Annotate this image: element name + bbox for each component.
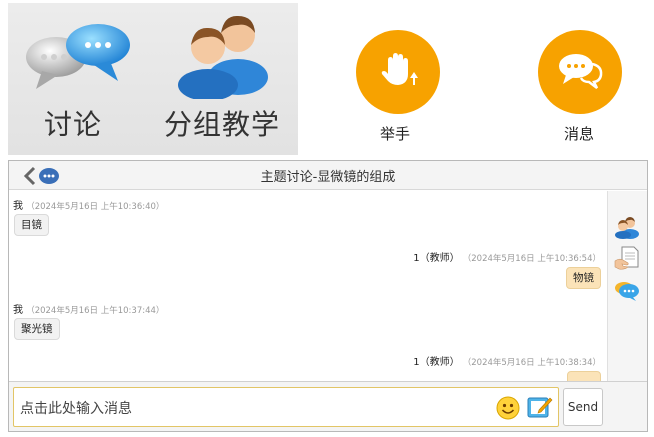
message-bubble: 物镜 [566,267,601,289]
message-bubble: 目镜 [14,214,49,236]
message-header: 1（教师） （2024年5月16日 上午10:38:34） [413,353,601,368]
discuss-label: 讨论 [44,108,103,141]
sender-name: 1（教师） [413,253,460,264]
sender-name: 我 [13,201,23,212]
quick-actions: 举手 消息 [324,3,648,155]
sender-name: 1（教师） [413,357,460,368]
message-bubble [567,371,601,381]
message-time: （2024年5月16日 上午10:37:44） [26,306,165,316]
message-list: 我 （2024年5月16日 上午10:36:40） 目镜 1（教师） （2024… [9,191,605,381]
chat-bubbles-icon[interactable] [614,277,640,303]
side-toolbar [607,191,647,381]
send-button[interactable]: Send [563,388,603,426]
message-button[interactable] [538,30,622,114]
smiley-icon[interactable] [496,396,520,424]
message-time: （2024年5月16日 上午10:36:54） [462,254,601,264]
raise-hand-icon [376,48,420,96]
document-hand-icon[interactable] [614,245,640,271]
message-input[interactable]: 点击此处输入消息 [13,387,559,427]
two-people-icon [174,7,274,103]
sender-name: 我 [13,305,23,316]
chat-title: 主题讨论-显微镜的组成 [260,169,396,185]
discussion-panel: 主题讨论-显微镜的组成 我 （2024年5月16日 上午10:36:40） 目镜… [8,160,648,432]
message-label: 消息 [564,125,595,143]
people-icon[interactable] [614,213,640,239]
back-button[interactable] [23,165,63,187]
message-header: 我 （2024年5月16日 上午10:36:40） [13,197,164,212]
message-time: （2024年5月16日 上午10:38:34） [462,358,601,368]
chat-bubbles-icon [556,50,604,94]
group-teaching-button[interactable]: 分组教学 [158,3,298,155]
message-header: 1（教师） （2024年5月16日 上午10:36:54） [413,249,601,264]
back-arrow-icon [23,166,63,191]
message-bubble: 聚光镜 [14,318,60,340]
message-time: （2024年5月16日 上午10:36:40） [26,202,165,212]
discuss-button[interactable]: 讨论 [8,3,138,155]
chat-header: 主题讨论-显微镜的组成 [9,161,647,190]
speech-bubbles-icon [18,15,136,99]
notepad-icon[interactable] [527,395,553,423]
group-teaching-label: 分组教学 [164,108,281,141]
raise-hand-button[interactable] [356,30,440,114]
message-header: 我 （2024年5月16日 上午10:37:44） [13,301,164,316]
classroom-toolbar: 讨论 分组教学 [8,3,298,155]
raise-hand-label: 举手 [380,125,411,143]
